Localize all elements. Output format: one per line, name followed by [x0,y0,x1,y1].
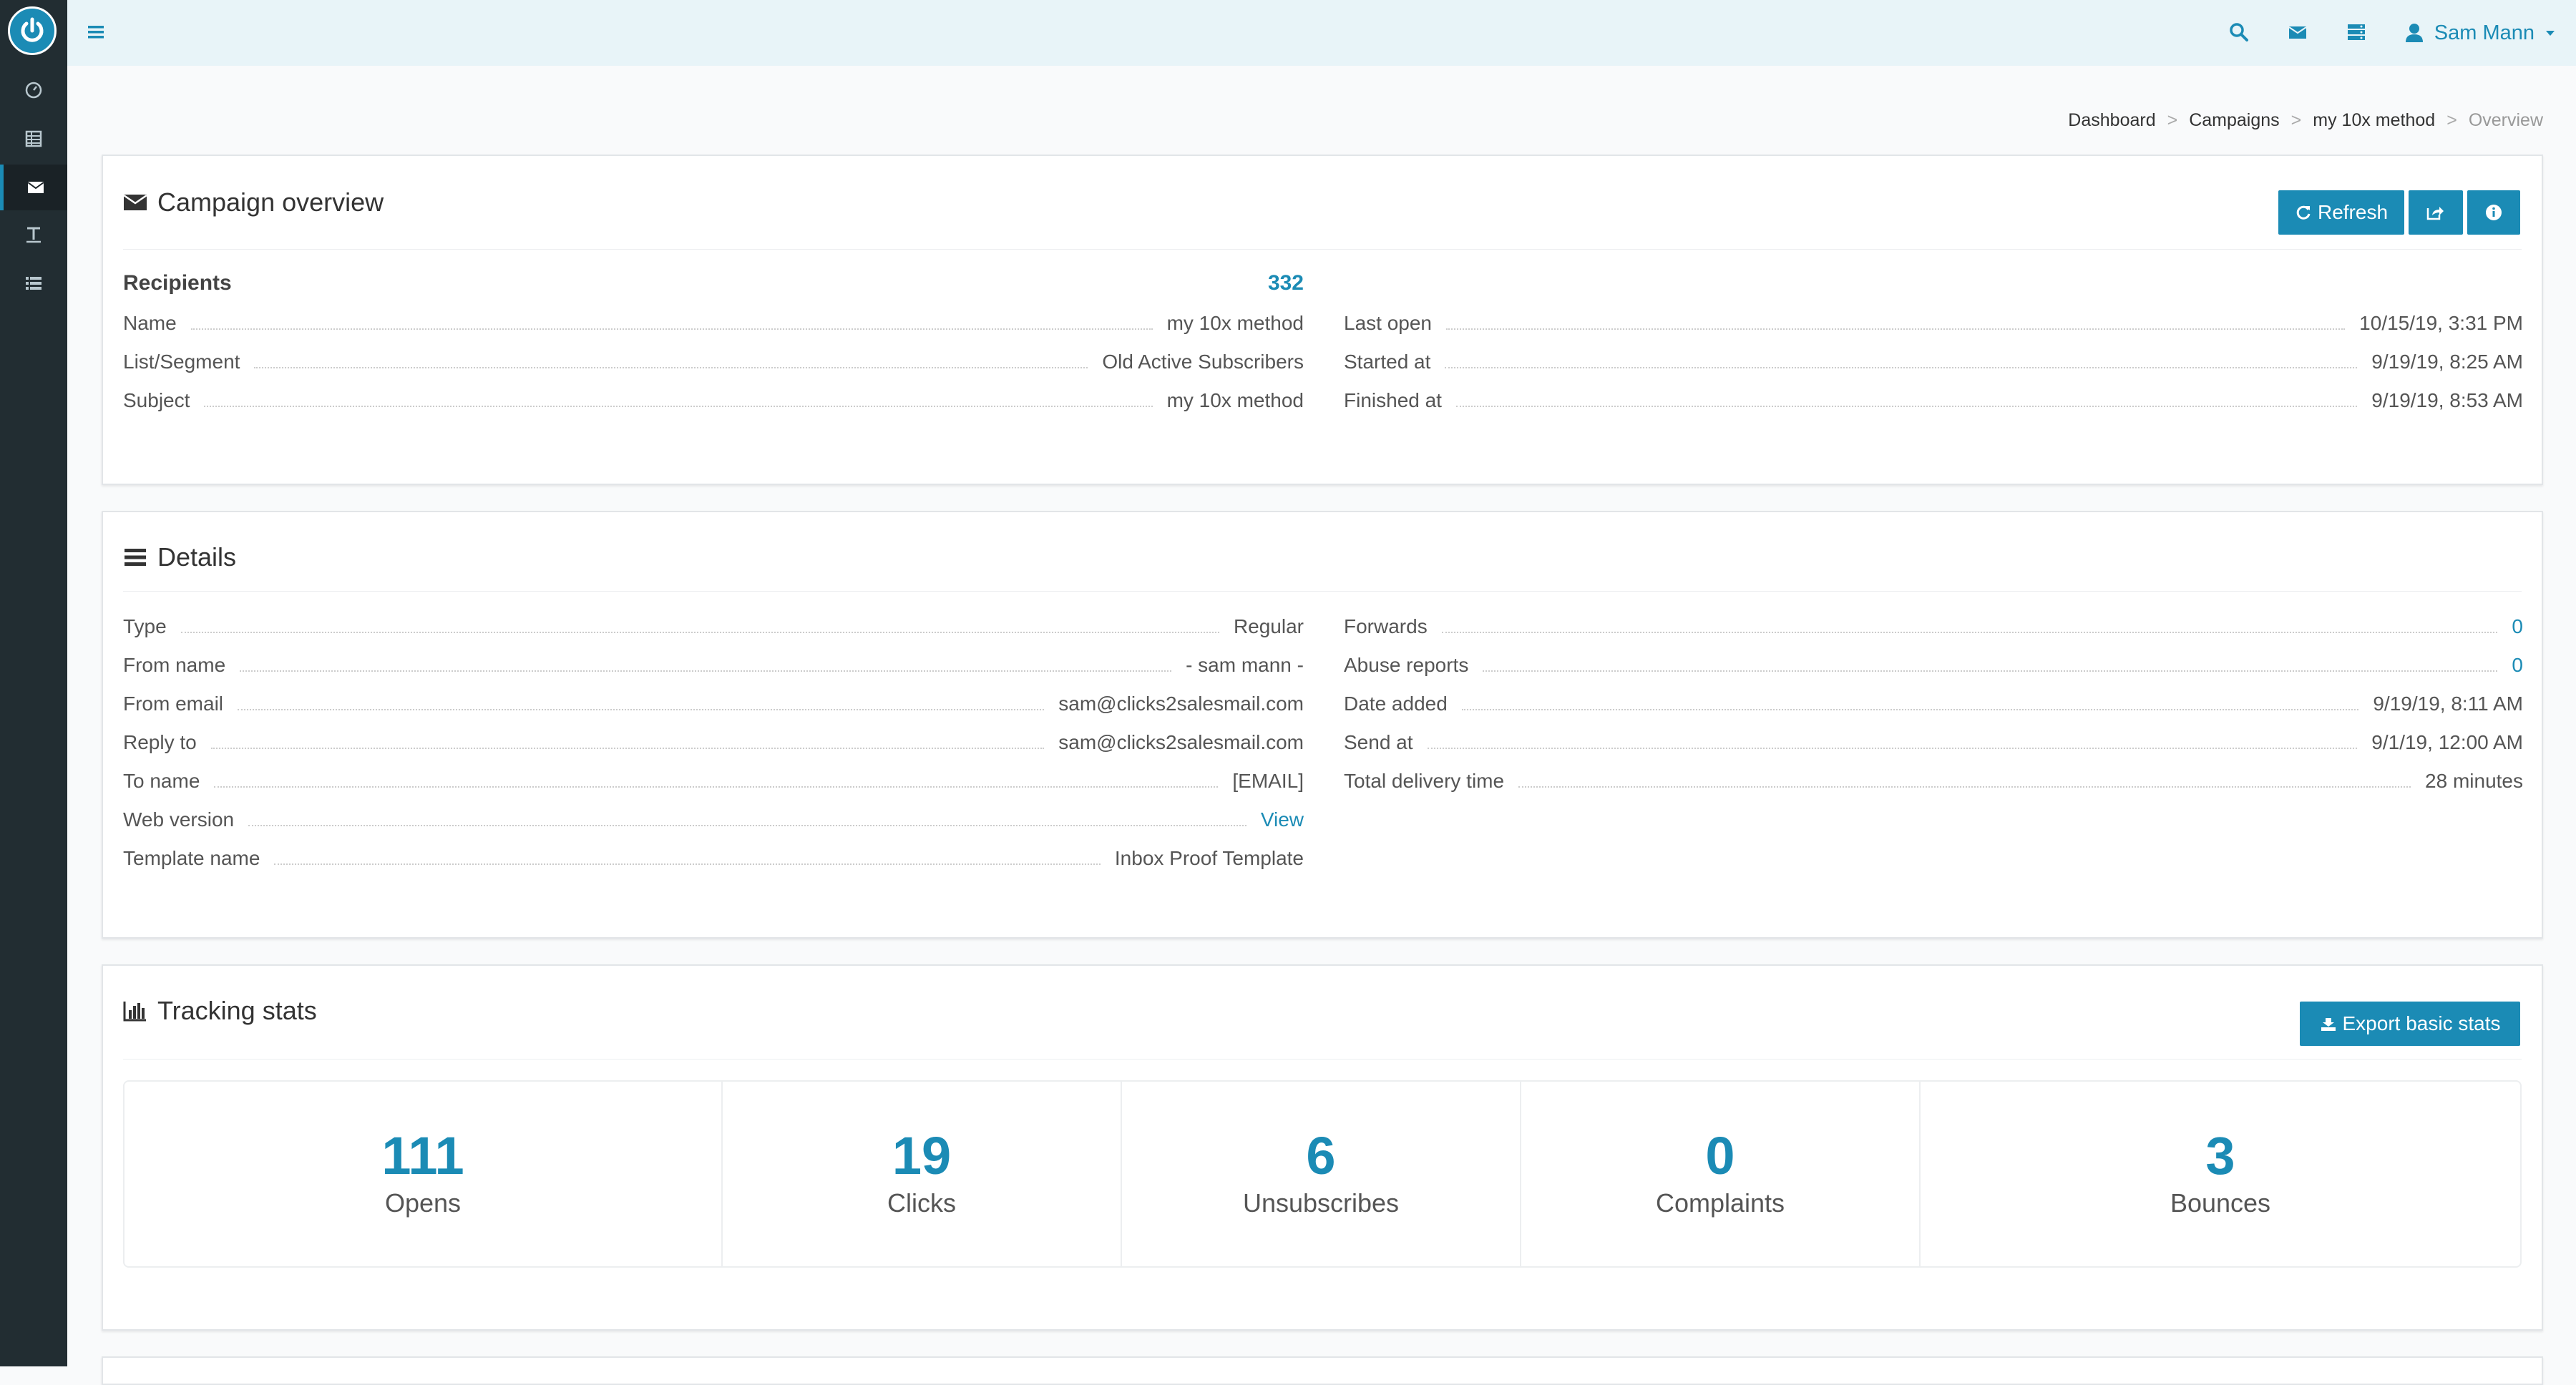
sidebar-item-list-view[interactable] [0,260,67,306]
share-button[interactable] [2409,190,2463,235]
stat-bounces[interactable]: 3 Bounces [1921,1082,2520,1266]
sidebar-item-dashboard[interactable] [0,67,67,113]
refresh-icon [2296,205,2311,220]
user-name: Sam Mann [2434,21,2534,44]
detail-row: From name - sam mann - [123,654,1304,676]
user-icon [2405,24,2423,42]
stat-label: Complaints [1655,1188,1785,1218]
app-logo[interactable] [8,6,57,55]
panel-title: Details [123,542,236,572]
panel-header: Details [123,512,2522,592]
messages-button[interactable] [2287,21,2308,47]
detail-row: Total delivery time 28 minutes [1344,770,2523,792]
detail-row: From email sam@clicks2salesmail.com [123,692,1304,715]
text-icon [26,227,41,243]
stat-value: 111 [381,1126,464,1185]
breadcrumb-separator: > [2290,110,2302,130]
envelope-icon [26,182,44,193]
share-icon [2426,207,2444,220]
refresh-button[interactable]: Refresh [2278,190,2404,235]
detail-row: Send at 9/1/19, 12:00 AM [1344,731,2523,753]
detail-row: Name my 10x method [123,312,1304,334]
stat-opens[interactable]: 111 Opens [125,1082,723,1266]
campaign-overview-panel: Campaign overview Refresh Recipients 332… [102,155,2543,485]
info-button[interactable] [2467,190,2520,235]
detail-row: Template name Inbox Proof Template [123,847,1304,869]
stat-label: Opens [384,1188,462,1218]
envelope-icon [123,194,147,210]
recipients-row: Recipients 332 [123,271,1304,295]
next-panel [102,1356,2543,1385]
search-icon [2230,23,2248,41]
user-menu[interactable]: Sam Mann [2404,19,2556,47]
table-icon [25,130,42,147]
forwards-link[interactable]: 0 [2512,615,2523,638]
search-button[interactable] [2228,21,2250,47]
bars-icon [125,549,146,566]
detail-row: To name [EMAIL] [123,770,1304,792]
sidebar-item-templates[interactable] [0,212,67,258]
breadcrumb-campaigns[interactable]: Campaigns [2189,110,2279,131]
stat-value: 19 [892,1126,952,1185]
top-navbar: Sam Mann [67,0,2576,66]
stat-unsubscribes[interactable]: 6 Unsubscribes [1122,1082,1521,1266]
bar-chart-icon [123,1002,146,1022]
panel-title: Tracking stats [123,996,317,1026]
tasks-button[interactable] [2346,21,2367,47]
breadcrumb: Dashboard > Campaigns > my 10x method > … [2068,110,2543,131]
detail-row: Abuse reports 0 [1344,654,2523,677]
server-icon [2348,24,2365,40]
breadcrumb-campaign[interactable]: my 10x method [2313,110,2435,131]
detail-row: List/Segment Old Active Subscribers [123,351,1304,373]
power-icon [21,17,44,42]
panel-header: Campaign overview Refresh [123,156,2522,250]
detail-row: Web version View [123,808,1304,831]
stat-label: Bounces [2170,1188,2271,1218]
detail-row: Type Regular [123,615,1304,637]
sidebar-item-campaigns[interactable] [0,165,67,210]
stat-complaints[interactable]: 0 Complaints [1521,1082,1921,1266]
stats-box: 111 Opens 19 Clicks 6 Unsubscribes 0 Com… [123,1080,2522,1268]
envelope-icon [2288,26,2307,39]
panel-title: Campaign overview [123,187,384,217]
info-icon [2486,205,2502,220]
list-icon [26,277,42,290]
tracking-stats-panel: Tracking stats Export basic stats 111 Op… [102,964,2543,1331]
panel-header: Tracking stats Export basic stats [123,966,2522,1059]
detail-row: Date added 9/19/19, 8:11 AM [1344,692,2523,715]
caret-down-icon [2546,31,2555,36]
menu-toggle-button[interactable] [86,21,107,47]
export-basic-stats-button[interactable]: Export basic stats [2300,1002,2520,1046]
sidebar [0,0,67,1366]
stat-value: 0 [1705,1126,1735,1185]
export-icon [2321,1018,2336,1031]
stat-label: Unsubscribes [1242,1188,1400,1218]
detail-row: Reply to sam@clicks2salesmail.com [123,731,1304,753]
stat-value: 3 [2205,1126,2235,1185]
breadcrumb-current: Overview [2468,110,2543,130]
sidebar-item-lists[interactable] [0,116,67,162]
detail-row: Last open 10/15/19, 3:31 PM [1344,312,2523,334]
stat-clicks[interactable]: 19 Clicks [723,1082,1122,1266]
abuse-reports-link[interactable]: 0 [2512,654,2523,677]
details-panel: Details Type Regular From name - sam mann … [102,511,2543,939]
recipients-count[interactable]: 332 [1268,271,1304,295]
dashboard-icon [25,82,42,99]
web-version-link[interactable]: View [1261,808,1304,831]
detail-row: Started at 9/19/19, 8:25 AM [1344,351,2523,373]
detail-row: Forwards 0 [1344,615,2523,638]
breadcrumb-separator: > [2446,110,2457,130]
hamburger-icon [88,26,104,39]
stat-value: 6 [1306,1126,1336,1185]
detail-row: Subject my 10x method [123,389,1304,411]
breadcrumb-dashboard[interactable]: Dashboard [2068,110,2155,131]
detail-row: Finished at 9/19/19, 8:53 AM [1344,389,2523,411]
breadcrumb-separator: > [2167,110,2178,130]
stat-label: Clicks [887,1188,956,1218]
